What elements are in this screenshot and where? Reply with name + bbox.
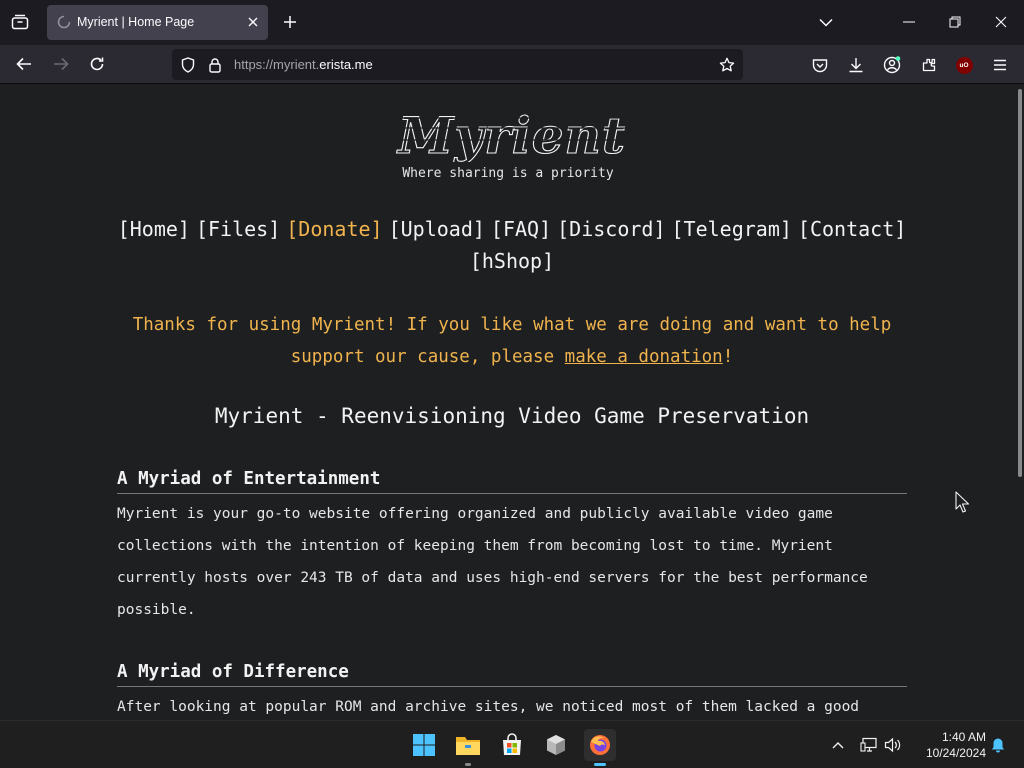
menu-home[interactable]: [Home] — [118, 217, 190, 241]
back-icon[interactable] — [12, 53, 36, 75]
tab-bar: Myrient | Home Page — [0, 0, 1024, 45]
virtualbox-icon[interactable] — [540, 729, 572, 761]
network-icon[interactable] — [858, 729, 880, 761]
firefox-icon[interactable] — [584, 729, 616, 766]
start-icon[interactable] — [408, 729, 440, 761]
system-clock[interactable]: 1:40 AM 10/24/2024 — [914, 729, 986, 761]
lock-icon[interactable] — [206, 56, 224, 74]
tab-overview-icon[interactable] — [8, 10, 32, 34]
clock-time: 1:40 AM — [941, 730, 986, 744]
minimize-icon[interactable] — [898, 12, 920, 32]
page-title: Myrient - Reenvisioning Video Game Prese… — [214, 404, 810, 428]
tagline: Where sharing is a priority — [402, 166, 614, 181]
restore-icon[interactable] — [944, 12, 966, 32]
logo-image: Myrient — [390, 105, 630, 166]
scrollbar-thumb[interactable] — [1018, 89, 1022, 477]
bookmark-star-icon[interactable] — [717, 55, 737, 75]
navigation-toolbar: https://myrient.erista.me uO — [0, 45, 1024, 84]
forward-icon[interactable] — [49, 53, 73, 75]
section-heading: A Myriad of Entertainment — [117, 469, 907, 494]
donation-link[interactable]: make a donation — [565, 347, 723, 367]
list-tabs-icon[interactable] — [815, 12, 837, 32]
url-text[interactable]: https://myrient.erista.me — [234, 57, 373, 72]
notification-bell-icon[interactable] — [988, 729, 1008, 761]
menu-faq[interactable]: [FAQ] — [491, 217, 551, 241]
section-heading: A Myriad of Difference — [117, 662, 907, 687]
scrollbar[interactable] — [1016, 85, 1024, 720]
close-window-icon[interactable] — [990, 12, 1012, 32]
microsoft-store-icon[interactable] — [496, 729, 528, 761]
downloads-icon[interactable] — [845, 54, 867, 76]
tab-title: Myrient | Home Page — [77, 15, 195, 29]
section-paragraph: After looking at popular ROM and archive… — [117, 699, 860, 715]
reload-icon[interactable] — [85, 53, 109, 75]
menu-files[interactable]: [Files] — [196, 217, 280, 241]
show-hidden-icons-chevron-icon[interactable] — [826, 729, 850, 761]
file-explorer-icon[interactable] — [452, 729, 484, 766]
menu-hshop[interactable]: [hShop] — [470, 249, 554, 273]
url-bar[interactable]: https://myrient.erista.me — [172, 49, 743, 80]
menu-icon[interactable] — [989, 54, 1011, 76]
clock-date: 10/24/2024 — [925, 746, 986, 760]
section-paragraph: Myrient is your go-to website offering o… — [117, 506, 868, 618]
menu-discord[interactable]: [Discord] — [557, 217, 665, 241]
shield-icon[interactable] — [179, 56, 197, 74]
logo[interactable]: Myrient — [388, 105, 636, 166]
main-menu: [Home] [Files] [Donate] [Upload] [FAQ] [Disco… — [112, 213, 912, 277]
loading-icon — [57, 15, 71, 29]
new-tab-icon[interactable] — [279, 11, 301, 33]
donation-notice: Thanks for using Myrient! If you like wh… — [132, 315, 892, 367]
volume-icon[interactable] — [882, 729, 904, 761]
mouse-cursor-icon — [955, 491, 970, 518]
tab-myrient[interactable]: Myrient | Home Page — [47, 5, 268, 40]
running-indicator — [465, 763, 471, 766]
menu-upload[interactable]: [Upload] — [389, 217, 485, 241]
menu-contact[interactable]: [Contact] — [798, 217, 906, 241]
page-content: Myrient Where sharing is a priority [Hom… — [0, 85, 1016, 720]
pocket-icon[interactable] — [809, 54, 831, 76]
account-icon[interactable] — [881, 54, 903, 76]
ublock-icon[interactable]: uO — [953, 54, 975, 76]
taskbar: 1:40 AM 10/24/2024 — [0, 720, 1024, 768]
menu-donate[interactable]: [Donate] — [286, 217, 382, 241]
extensions-icon[interactable] — [918, 54, 940, 76]
tab-close-icon[interactable] — [244, 13, 262, 31]
active-indicator — [594, 763, 606, 766]
menu-telegram[interactable]: [Telegram] — [672, 217, 792, 241]
